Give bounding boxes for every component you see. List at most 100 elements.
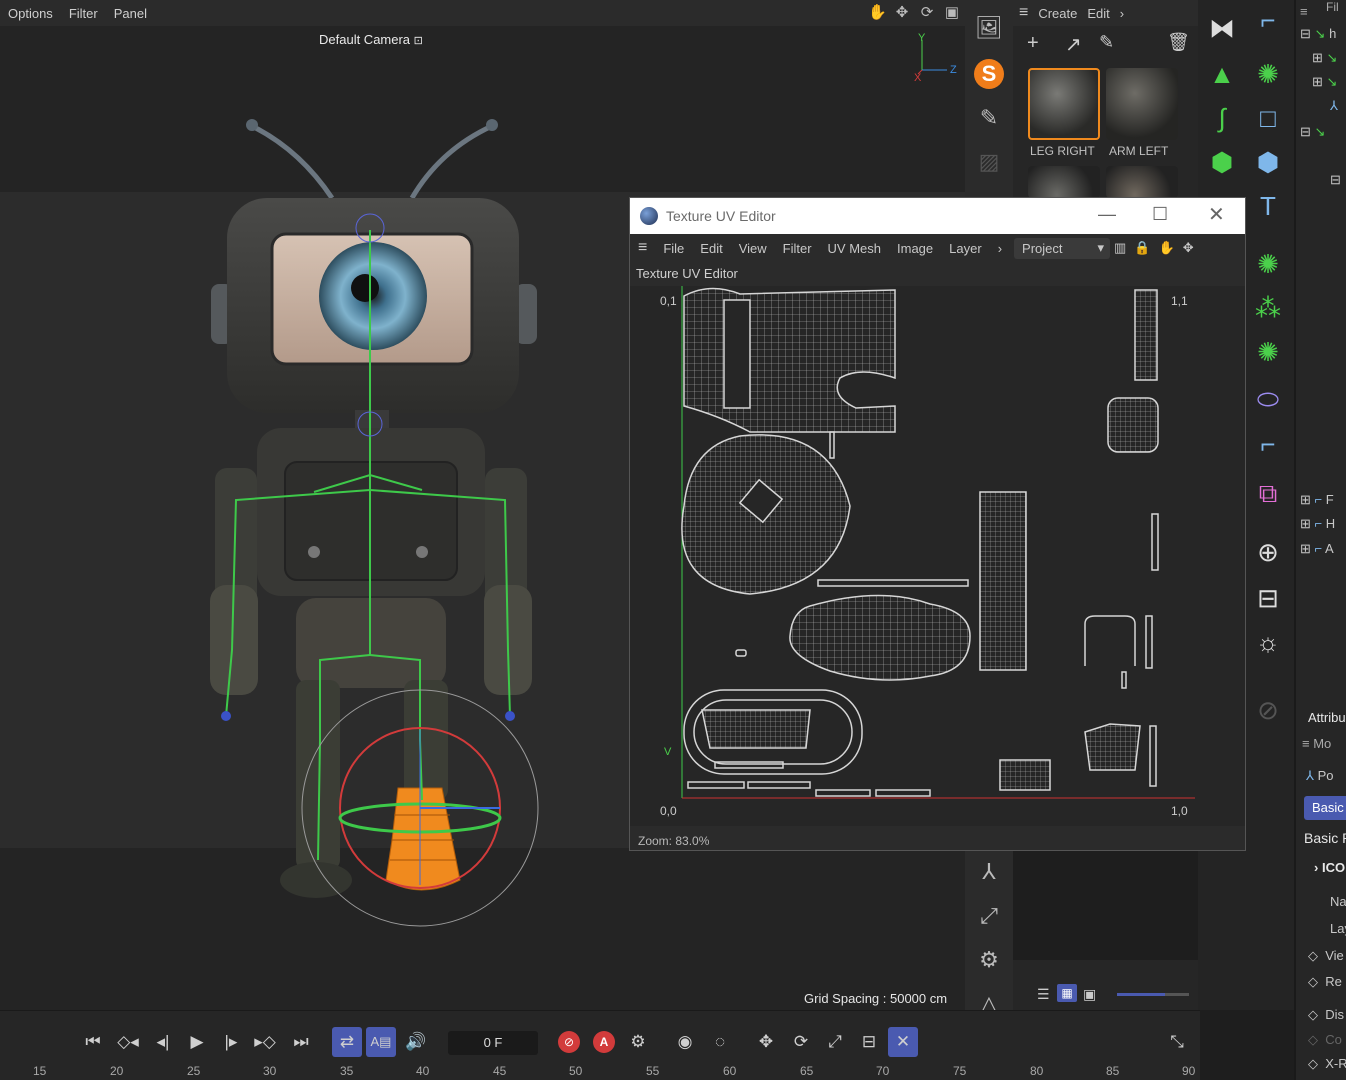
robot-character[interactable] [0,0,620,940]
field-row[interactable]: ◇ Co [1308,1032,1342,1048]
prev-key-icon[interactable]: ◇◂ [113,1027,143,1057]
menu-image[interactable]: Image [889,241,941,256]
menu-edit[interactable]: Edit [692,241,730,256]
rectangle-icon[interactable]: □ [1248,98,1288,138]
rotate-view-icon[interactable]: ⟳ [918,4,936,22]
text-tool-icon[interactable]: T [1248,186,1288,226]
generator-gear-icon[interactable]: ✺ [1248,54,1288,94]
tree-row[interactable]: ⊞ ⌐ H [1300,516,1335,532]
close-icon[interactable]: ✕ [1208,202,1225,227]
settings-gear-icon[interactable]: ⚙ [973,944,1005,976]
menu-file[interactable]: File [655,241,692,256]
sky-globe-icon[interactable]: ⊕ [1248,532,1288,572]
material-thumbnail[interactable] [1028,166,1100,198]
lock-icon[interactable]: 🔒 [1130,240,1154,256]
pan-hand-icon[interactable]: ✋ [868,4,887,22]
record-pla-icon[interactable]: ✕ [888,1027,918,1057]
goto-start-icon[interactable]: ⏮ [78,1027,108,1057]
hamburger-menu-icon[interactable]: ≡ [1300,4,1308,19]
tree-row[interactable]: ⊞ ↘ [1312,74,1337,90]
menu-edit[interactable]: Edit [1087,6,1109,21]
tree-row[interactable]: ⊞ ↘ [1312,50,1337,66]
menu-view[interactable]: View [731,241,775,256]
field-row[interactable]: ◇ Re [1308,974,1342,990]
cube-green-icon[interactable]: ⬢ [1202,142,1242,182]
spline-pen-icon[interactable]: ⧉ [1248,474,1288,514]
sound-icon[interactable]: 🔊 [401,1027,431,1057]
prev-frame-icon[interactable]: ◂| [148,1027,178,1057]
next-frame-icon[interactable]: |▸ [216,1027,246,1057]
attributes-group[interactable]: › ICO [1314,860,1345,875]
paint-brush-icon[interactable]: ✎ [973,102,1005,134]
key-settings-icon[interactable]: ⚙ [623,1027,653,1057]
deformer-gear-icon[interactable]: ✺ [1248,332,1288,372]
record-parameter-icon[interactable]: ⊟ [854,1027,884,1057]
uv-canvas[interactable]: 0,1 1,1 0,0 1,0 V [630,286,1245,826]
maximize-view-icon[interactable]: ▣ [943,4,961,22]
field-row[interactable]: ◇ Dis [1308,1007,1344,1023]
menu-uv-mesh[interactable]: UV Mesh [820,241,889,256]
chevron-right-icon[interactable]: › [1120,6,1124,21]
uv-mesh-layout[interactable] [680,286,1200,806]
material-leg-right[interactable] [1028,68,1100,140]
spline-icon[interactable]: ∫ [1202,98,1242,138]
chevron-right-icon[interactable]: › [990,241,1010,256]
play-icon[interactable]: ▶ [182,1027,212,1057]
light-icon[interactable]: ☼ [1248,622,1288,662]
material-thumbnail[interactable] [1106,166,1178,198]
large-view-icon[interactable]: ▣ [1083,986,1096,1003]
loop-icon[interactable]: ⇄ [332,1027,362,1057]
expand-icon[interactable]: ⊟ [1300,26,1311,41]
maximize-icon[interactable]: ☐ [1152,204,1168,225]
histogram-icon[interactable]: ▥ [1110,240,1130,256]
zoom-slider[interactable] [1117,993,1189,996]
menu-create[interactable]: Create [1038,6,1077,21]
picture-viewer-icon[interactable]: 🖼 [973,12,1005,44]
record-position-icon[interactable]: ✥ [751,1027,781,1057]
keyframe-lock-icon[interactable]: ◉ [670,1027,700,1057]
minimize-icon[interactable]: — [1098,204,1116,225]
s-plugin-icon[interactable]: S [973,58,1005,90]
pan-hand-icon[interactable]: ✋ [1155,240,1179,256]
joint-tool-icon[interactable]: ⅄ [973,856,1005,888]
field-row[interactable]: ◇ Vie [1308,948,1344,964]
polygon-icon[interactable]: ▲ [1202,54,1242,94]
move-view-icon[interactable]: ✥ [893,4,911,22]
null-object-icon[interactable]: ⌐ [1248,0,1288,40]
cube-blue-icon[interactable]: ⬢ [1248,142,1288,182]
playback-mode-icon[interactable]: A▤ [366,1027,396,1057]
menu-filter[interactable]: Filter [775,241,820,256]
tree-row[interactable]: ⅄ [1330,98,1338,114]
field-row[interactable]: ◇ X-R [1308,1056,1346,1072]
move-view-icon[interactable]: ✥ [1179,240,1198,256]
tab-basic[interactable]: Basic [1304,796,1346,820]
tree-row[interactable]: ⊟ ↘ [1300,124,1325,140]
hamburger-menu-icon[interactable]: ≡ [1019,4,1028,22]
disabled-tool-icon[interactable]: ▨ [973,146,1005,178]
keyframe-mode-icon[interactable]: ◌ [705,1027,735,1057]
hamburger-menu-icon[interactable]: ≡ [1302,736,1310,751]
record-scale-icon[interactable]: ⤢ [820,1027,850,1057]
tag-icon[interactable]: ⬭ [1248,380,1288,420]
obj-menu-file[interactable]: Fil [1326,0,1339,14]
eyedropper-icon[interactable]: ✎ [1099,32,1114,53]
mograph-cloner-icon[interactable]: ⁂ [1248,288,1288,328]
autokey-icon[interactable]: A [589,1027,619,1057]
symmetry-icon[interactable]: ⧓ [1202,8,1242,48]
current-frame-field[interactable]: 0 F [448,1031,538,1055]
record-icon[interactable]: ⊘ [554,1027,584,1057]
uv-titlebar[interactable]: Texture UV Editor — ☐ ✕ [630,198,1245,234]
grid-view-icon[interactable]: ▦ [1057,984,1077,1002]
timeline-scale-icon[interactable]: ⤡ [1162,1027,1192,1057]
next-key-icon[interactable]: ▸◇ [250,1027,280,1057]
camera-object-icon[interactable]: ⌐ [1248,424,1288,464]
trash-icon[interactable]: 🗑 [1167,32,1190,53]
layer-select[interactable]: Project ▾ [1014,237,1111,259]
hamburger-menu-icon[interactable]: ≡ [630,239,655,257]
record-rotation-icon[interactable]: ⟳ [786,1027,816,1057]
render-camera-icon[interactable]: ⊟ [1248,578,1288,618]
scale-tool-icon[interactable]: ⤢ [973,900,1005,932]
effector-icon[interactable]: ✺ [1248,244,1288,284]
tree-row[interactable]: ⊟ [1330,172,1341,188]
arrow-tool-icon[interactable]: ↗ [1065,32,1082,57]
